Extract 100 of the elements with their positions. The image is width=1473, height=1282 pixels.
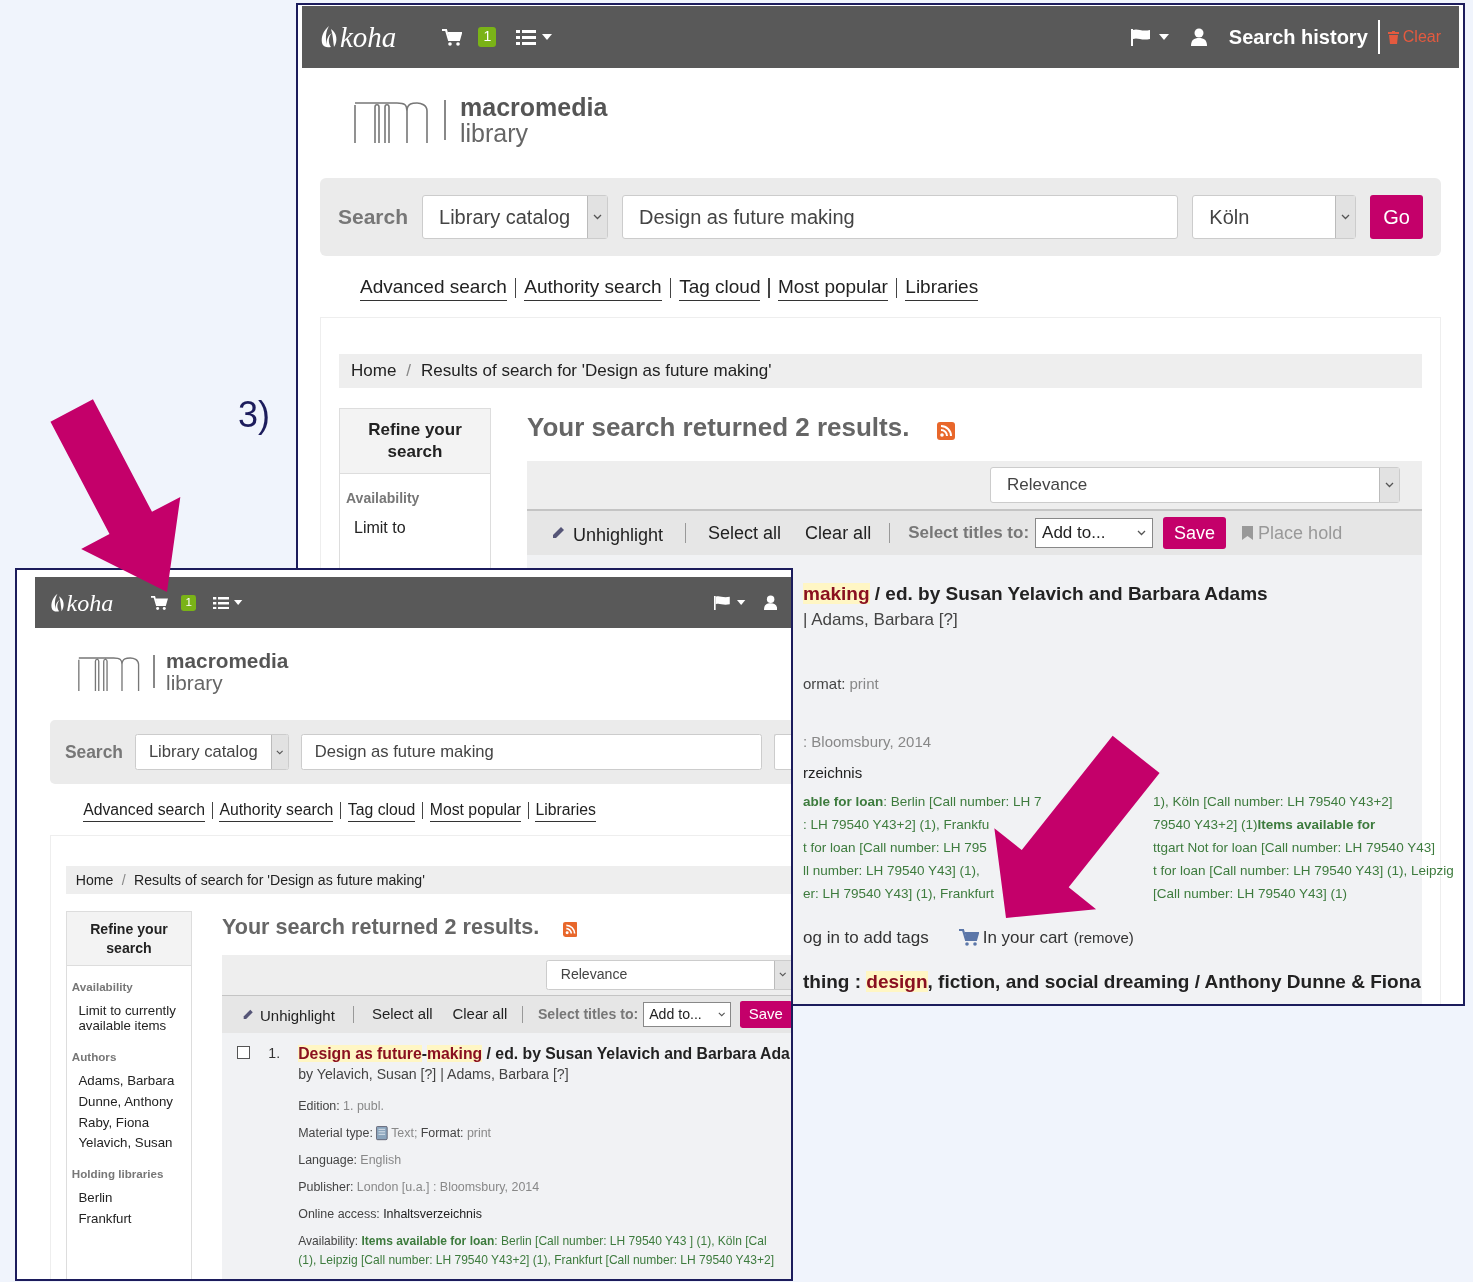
detail-line: Online access: Inhaltsverzeichnis: [298, 1206, 483, 1224]
sidebar-heading: Refine your search: [66, 911, 192, 967]
breadcrumb-separator: /: [406, 360, 412, 383]
catalog-select[interactable]: Library catalog: [422, 195, 609, 239]
save-button[interactable]: Save: [1163, 517, 1227, 549]
logo-name: macromedia: [166, 650, 289, 672]
search-label: Search: [64, 741, 123, 764]
sort-select[interactable]: Relevance: [546, 959, 791, 990]
nav-link[interactable]: Most popular: [429, 799, 521, 822]
list-icon: [212, 596, 230, 609]
bookmark-icon: [1242, 526, 1254, 540]
chevron-icon: [1341, 214, 1351, 220]
detail-line: ormat: print: [803, 673, 880, 694]
availability-text: er: LH 79540 Y43] (1), Frankfurt: [803, 885, 996, 903]
detail-line: rzeichnis: [803, 762, 864, 783]
search-history-link[interactable]: Search history: [1228, 22, 1368, 52]
facet-link[interactable]: Frankfurt: [66, 1208, 192, 1229]
detail-line: : Bloomsbury, 2014: [803, 732, 933, 752]
result-authors: | Adams, Barbara [?]: [803, 609, 959, 631]
facet-link[interactable]: Limit to currently available items: [66, 1000, 192, 1037]
nav-link[interactable]: Tag cloud: [347, 799, 416, 822]
lists-menu-button[interactable]: [212, 596, 243, 609]
brand-name: koha: [340, 22, 397, 52]
unhighlight-button[interactable]: Unhighlight: [241, 1001, 335, 1028]
logo-name: macromedia: [460, 94, 608, 120]
user-button[interactable]: [1190, 28, 1207, 46]
breadcrumb-link[interactable]: Home: [75, 869, 114, 891]
select-titles-label: Select titles to:: [537, 1004, 639, 1024]
breadcrumb-link[interactable]: Home: [351, 358, 397, 384]
chevron-icon: [276, 749, 284, 755]
facet-link[interactable]: Berlin: [66, 1187, 192, 1209]
step-label: 3): [238, 393, 270, 437]
result-title[interactable]: Design as future-making / ed. by Susan Yelavich and Barbara Ada: [298, 1042, 790, 1065]
book-icon: [376, 1126, 388, 1141]
sort-select[interactable]: Relevance: [990, 467, 1400, 503]
results-heading: Your search returned 2 results.: [221, 912, 540, 941]
nav-link[interactable]: Tag cloud: [679, 274, 761, 301]
language-menu-button[interactable]: [1130, 28, 1169, 46]
search-field[interactable]: Design as future making: [622, 195, 1179, 239]
in-cart-link[interactable]: In your cart: [958, 925, 1068, 951]
cart-count: 1: [478, 27, 497, 47]
lists-menu-button[interactable]: [516, 29, 553, 45]
availability-text: 1), Köln [Call number: LH 79540 Y43+2]: [1153, 793, 1393, 811]
remove-link[interactable]: (remove): [1073, 926, 1134, 949]
add-to-select[interactable]: Add to...: [643, 1001, 732, 1027]
nav-link[interactable]: Libraries: [535, 799, 596, 822]
nav-link[interactable]: Authority search: [219, 799, 334, 822]
availability-text: able for loan: Berlin [Call number: LH 7: [803, 793, 1043, 811]
rss-icon: [937, 421, 956, 440]
go-button[interactable]: Go: [1370, 195, 1423, 239]
logo-subtitle: library: [460, 120, 530, 146]
clear-all-link[interactable]: Clear all: [805, 519, 872, 547]
catalog-select[interactable]: Library catalog: [134, 733, 289, 771]
facet-heading: Availability: [70, 978, 134, 995]
add-to-select[interactable]: Add to...: [1035, 518, 1154, 548]
leaf-icon: [320, 25, 338, 49]
tags-link[interactable]: og in to add tags: [803, 925, 929, 951]
chevron-icon: [1137, 530, 1147, 536]
unhighlight-button[interactable]: Unhighlight: [551, 517, 664, 549]
cart-button[interactable]: [151, 595, 169, 610]
select-all-link[interactable]: Select all: [372, 1003, 433, 1026]
nav-link[interactable]: Most popular: [777, 274, 888, 301]
chevron-icon: [717, 1011, 726, 1017]
availability-text: ttgart Not for loan [Call number: LH 79540 Y43]: [1153, 839, 1435, 857]
nav-link[interactable]: Advanced search: [83, 799, 205, 822]
detail-value: print: [466, 1125, 492, 1143]
facet-link[interactable]: Adams, Barbara: [66, 1070, 192, 1092]
breadcrumb-current: Results of search for 'Design as future making': [134, 870, 425, 890]
cart-icon: [442, 28, 463, 46]
brand-name: koha: [66, 590, 114, 615]
clear-all-link[interactable]: Clear all: [452, 1003, 508, 1026]
flag-icon: [714, 595, 731, 610]
search-field[interactable]: Design as future making: [300, 733, 763, 771]
facet-link[interactable]: Yelavich, Susan: [66, 1132, 192, 1154]
user-button[interactable]: [763, 595, 777, 611]
facet-link[interactable]: Dunne, Anthony: [66, 1091, 192, 1113]
facet-link[interactable]: Limit to: [340, 515, 490, 540]
nav-link[interactable]: Advanced search: [360, 274, 507, 301]
availability-text: t for loan [Call number: LH 79540 Y43] (1), Leipzig: [1153, 862, 1454, 880]
list-icon: [516, 29, 537, 45]
user-icon: [1190, 28, 1207, 46]
rss-icon: [562, 922, 578, 938]
nav-link[interactable]: Libraries: [905, 274, 979, 301]
language-menu-button[interactable]: [714, 595, 746, 610]
save-button[interactable]: Save: [739, 1001, 791, 1028]
result-title[interactable]: making / ed. by Susan Yelavich and Barbara Adams: [803, 581, 1418, 607]
chevron-icon: [779, 972, 787, 978]
nav-link[interactable]: Authority search: [524, 274, 662, 301]
select-all-link[interactable]: Select all: [708, 519, 782, 547]
caret-icon: [737, 600, 746, 606]
facet-link[interactable]: Raby, Fiona: [66, 1112, 192, 1133]
sidebar-heading: Refine your search: [340, 409, 490, 474]
user-icon: [763, 595, 777, 611]
cart-icon: [151, 595, 169, 610]
availability-text: (1), Leipzig [Call number: LH 79540 Y43+2] (1), Frankfurt [Call number: LH 79540 Y43+2]: [298, 1252, 775, 1270]
breadcrumb-separator: /: [121, 870, 126, 890]
checkbox[interactable]: [236, 1046, 251, 1060]
chevron-icon: [1385, 482, 1394, 488]
cart-button[interactable]: [442, 28, 463, 46]
library-select[interactable]: Köln: [1192, 195, 1357, 239]
